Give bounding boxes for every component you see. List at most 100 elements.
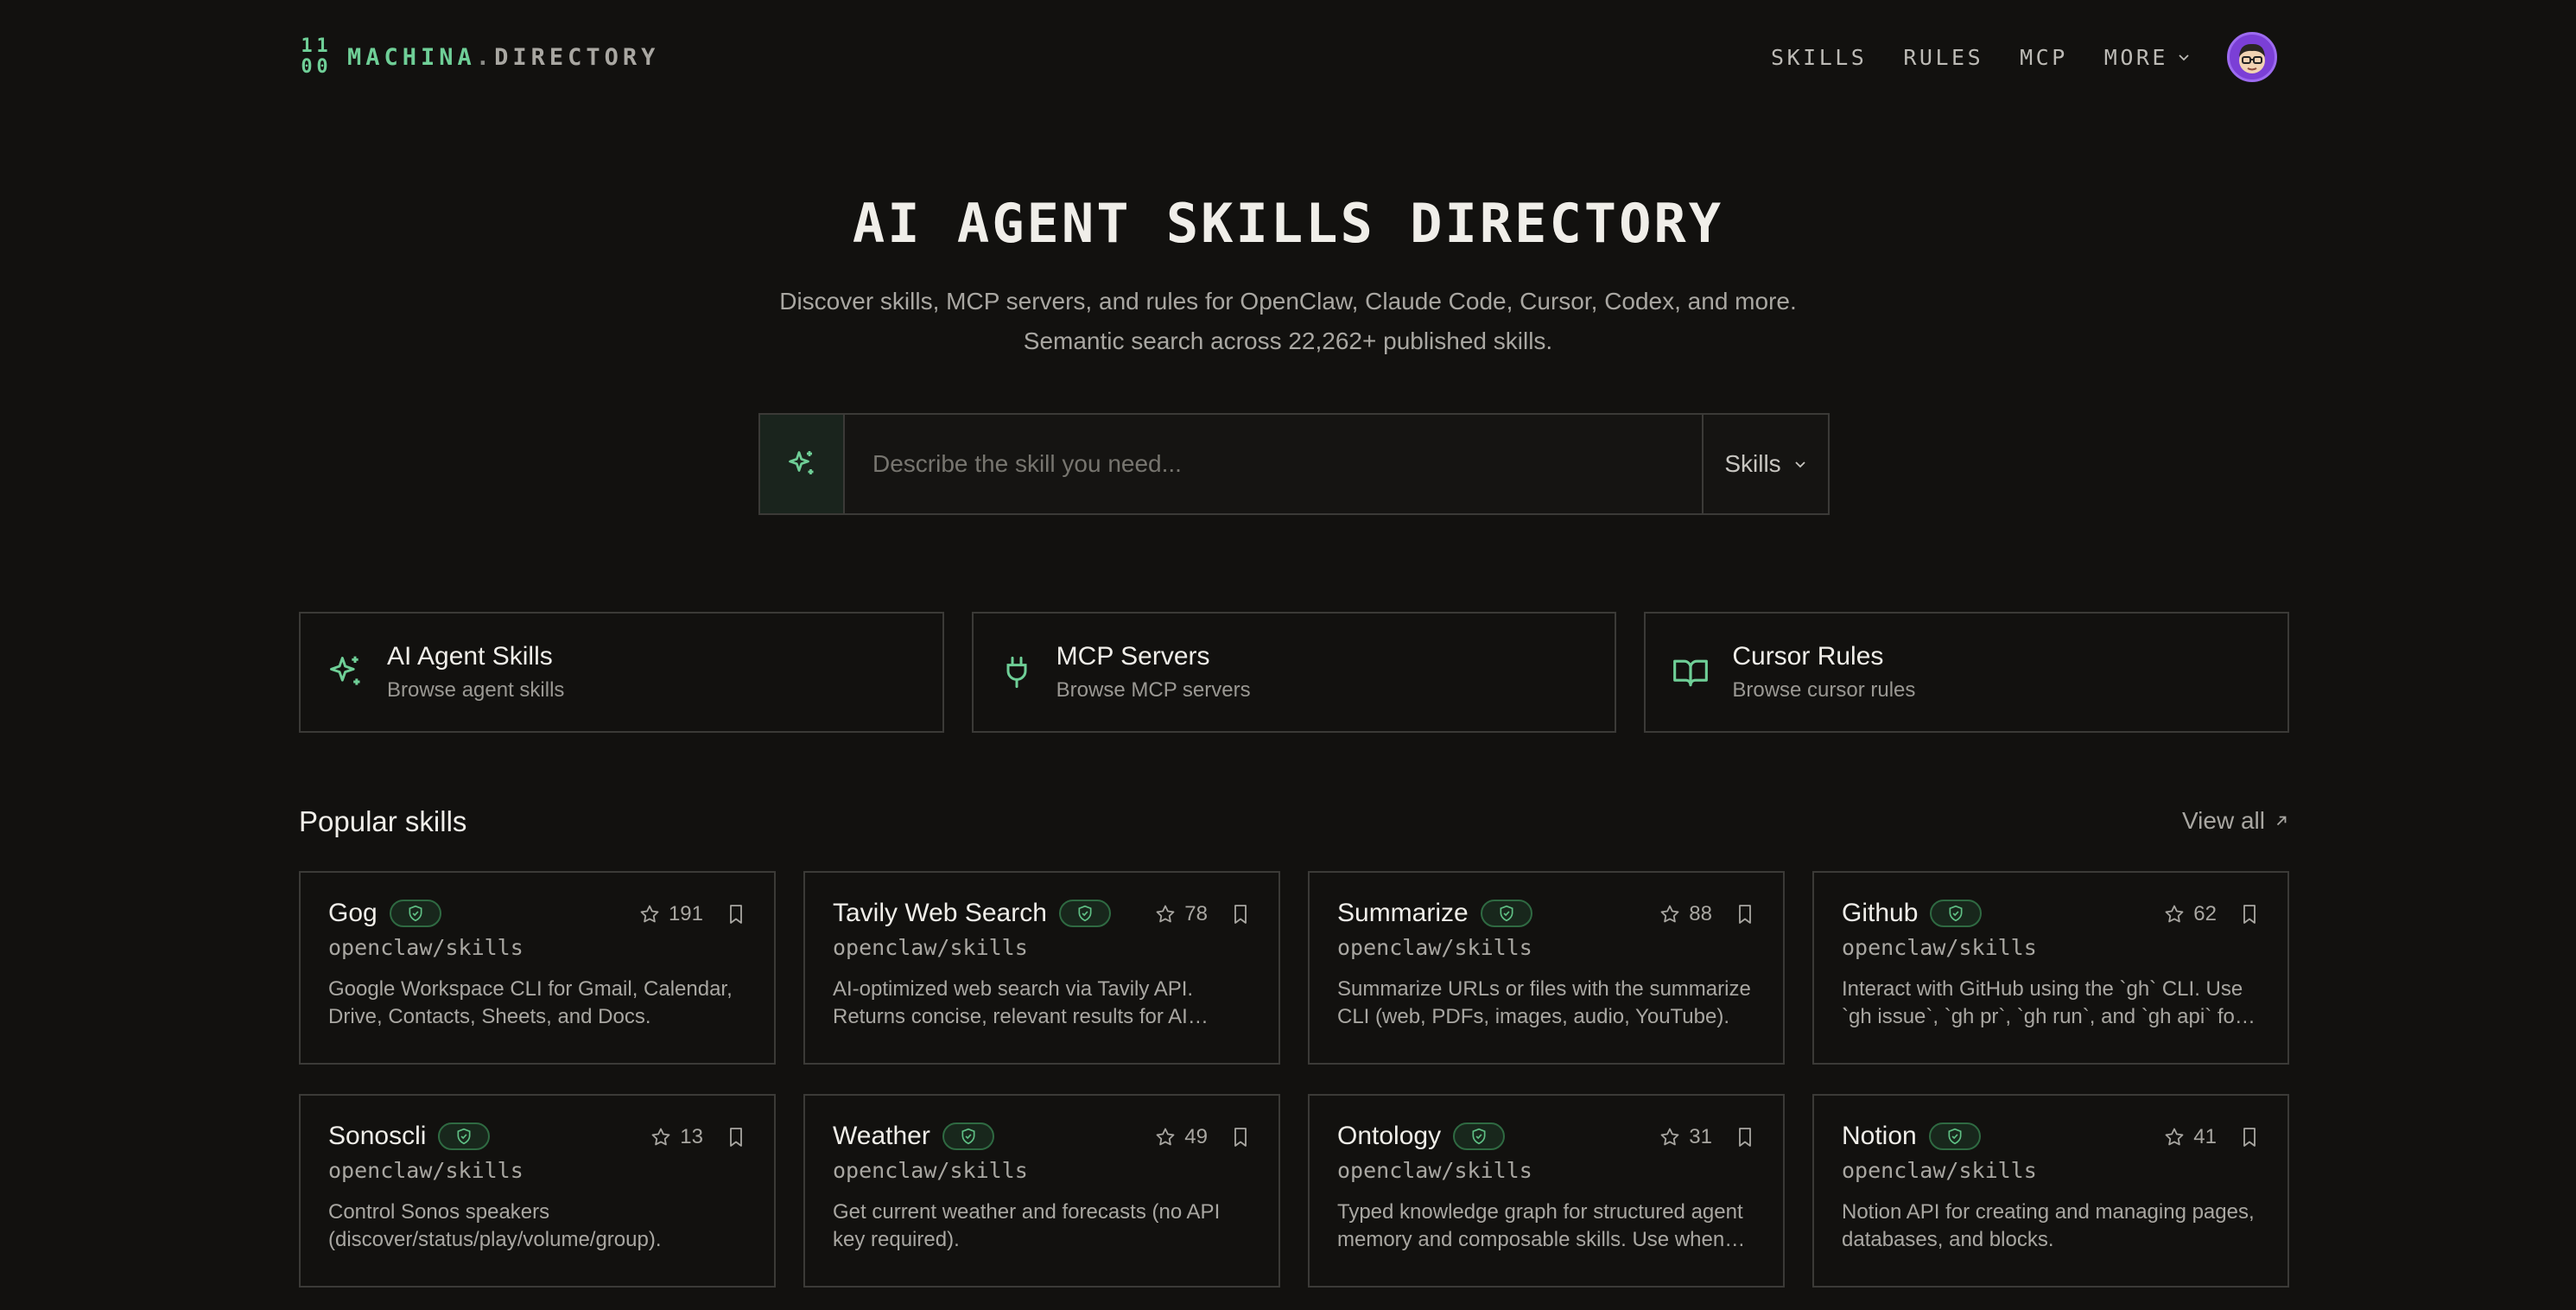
- skill-repo: openclaw/skills: [328, 935, 523, 960]
- card-meta: 88: [1659, 902, 1755, 926]
- category-mcp-servers[interactable]: MCP Servers Browse MCP servers: [971, 612, 1617, 733]
- subtitle-line-2: Semantic search across 22,262+ published…: [1023, 328, 1553, 354]
- skill-card[interactable]: Ontology 31 openclaw/skills Typed knowle…: [1308, 1094, 1785, 1288]
- shield-check-icon: [1078, 905, 1092, 922]
- category-text: AI Agent Skills Browse agent skills: [387, 642, 564, 703]
- skill-card[interactable]: Github 62 openclaw/skills Interact with …: [1812, 871, 2289, 1065]
- star-count: 41: [2193, 1125, 2217, 1148]
- verified-badge: [1930, 900, 1983, 927]
- card-meta: 49: [1155, 1125, 1251, 1149]
- site-logo[interactable]: 1 1 0 0 MACHINA.DIRECTORY: [299, 36, 659, 78]
- view-all-label: View all: [2182, 807, 2265, 834]
- nav-skills[interactable]: SKILLS: [1771, 45, 1867, 70]
- category-ai-agent-skills[interactable]: AI Agent Skills Browse agent skills: [299, 612, 944, 733]
- search-scope-label: Skills: [1724, 450, 1781, 477]
- star-icon: [651, 1128, 670, 1146]
- skill-repo: openclaw/skills: [328, 1158, 523, 1183]
- skill-description: Notion API for creating and managing pag…: [1842, 1200, 2255, 1251]
- search-scope-select[interactable]: Skills: [1702, 415, 1828, 513]
- star-icon: [1156, 905, 1175, 923]
- shield-check-icon: [1472, 1128, 1486, 1145]
- book-open-icon: [1673, 659, 1709, 687]
- bookmark-icon[interactable]: [2239, 903, 2260, 925]
- star-icon: [640, 905, 659, 923]
- shield-check-icon: [409, 905, 422, 922]
- search-input[interactable]: [845, 415, 1702, 513]
- category-desc: Browse agent skills: [387, 678, 565, 702]
- skill-description: Control Sonos speakers (discover/status/…: [328, 1200, 662, 1251]
- skill-name: Github: [1842, 899, 1919, 927]
- category-title: Cursor Rules: [1732, 642, 1884, 671]
- category-cursor-rules[interactable]: Cursor Rules Browse cursor rules: [1644, 612, 2290, 733]
- skill-card[interactable]: Tavily Web Search 78 openclaw/skills AI-…: [803, 871, 1280, 1065]
- card-meta: 13: [650, 1125, 746, 1149]
- category-text: MCP Servers Browse MCP servers: [1056, 642, 1251, 703]
- plug-icon: [1006, 656, 1027, 689]
- skill-card[interactable]: Weather 49 openclaw/skills Get current w…: [803, 1094, 1280, 1288]
- skill-card[interactable]: Summarize 88 openclaw/skills Summarize U…: [1308, 871, 1785, 1065]
- star-count: 191: [668, 902, 703, 925]
- card-meta: 78: [1155, 902, 1251, 926]
- skill-name: Notion: [1842, 1122, 1917, 1150]
- bookmark-icon[interactable]: [1735, 1126, 1755, 1148]
- star-icon: [1660, 905, 1679, 923]
- skill-description: Typed knowledge graph for structured age…: [1337, 1200, 1743, 1251]
- nav-more-label: MORE: [2103, 44, 2168, 70]
- category-title: AI Agent Skills: [387, 642, 553, 671]
- skill-card[interactable]: Sonoscli 13 openclaw/skills Control Sono…: [299, 1094, 776, 1288]
- bookmark-icon[interactable]: [1230, 903, 1251, 925]
- nav-rules[interactable]: RULES: [1903, 45, 1983, 70]
- bookmark-icon[interactable]: [2239, 1126, 2260, 1148]
- top-header: 1 1 0 0 MACHINA.DIRECTORY SKILLS RULES M…: [299, 31, 2277, 83]
- skill-name: Ontology: [1337, 1122, 1442, 1150]
- verified-badge: [438, 1122, 491, 1150]
- category-desc: Browse cursor rules: [1732, 678, 1916, 702]
- search-icon-box: [760, 415, 845, 513]
- card-meta: 191: [639, 902, 746, 926]
- logo-dot: .: [475, 43, 495, 71]
- bookmark-icon[interactable]: [726, 903, 746, 925]
- bookmark-icon[interactable]: [1230, 1126, 1251, 1148]
- star-count: 88: [1689, 902, 1712, 925]
- skill-name: Weather: [833, 1122, 930, 1150]
- arrow-up-right-icon: [2276, 816, 2287, 826]
- star-count: 78: [1184, 902, 1208, 925]
- skill-description: Get current weather and forecasts (no AP…: [833, 1200, 1221, 1251]
- skill-repo: openclaw/skills: [1842, 935, 2037, 960]
- subtitle-line-1: Discover skills, MCP servers, and rules …: [779, 288, 1797, 315]
- avatar-face-icon: [2239, 43, 2265, 73]
- verified-badge: [1453, 1122, 1506, 1150]
- nav-mcp[interactable]: MCP: [2020, 45, 2068, 70]
- category-links: AI Agent Skills Browse agent skills MCP …: [299, 612, 2290, 733]
- star-count: 49: [1184, 1125, 1208, 1148]
- skill-repo: openclaw/skills: [1842, 1158, 2037, 1183]
- skill-name: Gog: [328, 899, 378, 927]
- verified-badge: [942, 1122, 994, 1150]
- bookmark-icon[interactable]: [1735, 903, 1755, 925]
- bookmark-icon[interactable]: [726, 1126, 746, 1148]
- star-icon: [1156, 1128, 1175, 1146]
- skill-card[interactable]: Notion 41 openclaw/skills Notion API for…: [1812, 1094, 2289, 1288]
- star-icon: [2165, 905, 2184, 923]
- verified-badge: [1928, 1122, 1981, 1150]
- main-nav: SKILLS RULES MCP MORE: [1771, 32, 2277, 82]
- skill-repo: openclaw/skills: [833, 1158, 1028, 1183]
- user-avatar[interactable]: [2227, 32, 2277, 82]
- chevron-down-icon: [2179, 54, 2189, 61]
- popular-skills-grid: Gog 191 openclaw/skills Google Workspace…: [299, 871, 2289, 1288]
- skill-name: Sonoscli: [328, 1122, 427, 1150]
- nav-more[interactable]: MORE: [2104, 45, 2191, 70]
- logo-text: MACHINA.DIRECTORY: [347, 44, 659, 71]
- skill-card[interactable]: Gog 191 openclaw/skills Google Workspace…: [299, 871, 776, 1065]
- skill-name: Tavily Web Search: [833, 899, 1047, 927]
- view-all-link[interactable]: View all: [2182, 807, 2289, 835]
- category-text: Cursor Rules Browse cursor rules: [1732, 642, 1915, 703]
- sparkles-icon: [330, 656, 360, 685]
- logo-suffix: DIRECTORY: [494, 43, 660, 71]
- skill-repo: openclaw/skills: [1337, 935, 1532, 960]
- skill-repo: openclaw/skills: [1337, 1158, 1532, 1183]
- shield-check-icon: [1949, 905, 1963, 922]
- skill-repo: openclaw/skills: [833, 935, 1028, 960]
- popular-skills-heading: Popular skills: [299, 805, 467, 837]
- skill-description: Summarize URLs or files with the summari…: [1337, 977, 1751, 1028]
